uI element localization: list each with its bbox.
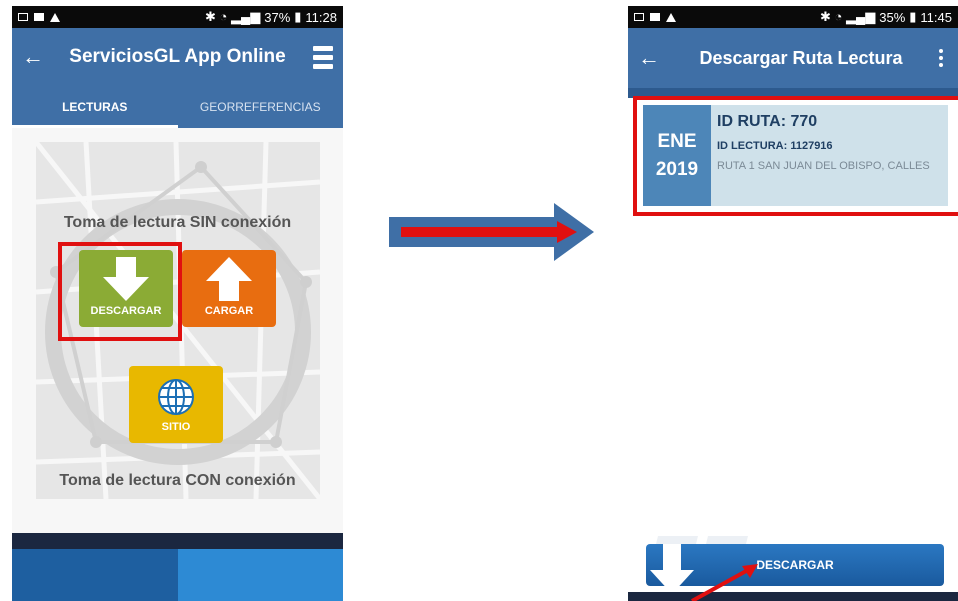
status-bar: ✱ ◔ ▂▄▆ 37% ▮ 11:28 [12, 6, 343, 28]
screenshot-canvas: ✱ ◔ ▂▄▆ 37% ▮ 11:28 ← ServiciosGL App On… [0, 0, 958, 601]
battery-level: 35% [879, 9, 906, 25]
right-arrow-icon [389, 203, 594, 261]
status-icons-right: ✱ ◔ ▂▄▆ 35% ▮ 11:45 [820, 9, 952, 25]
image-icon [34, 13, 44, 21]
offline-reading-label: Toma de lectura SIN conexión [63, 214, 292, 231]
route-id: ID RUTA: 770 [717, 113, 818, 130]
battery-icon: ▮ [909, 9, 917, 24]
globe-icon [158, 379, 194, 415]
bottom-nav-item-2[interactable] [177, 549, 343, 601]
route-card[interactable]: ENE 2019 ID RUTA: 770 ID LECTURA: 112791… [643, 105, 948, 206]
tab-lecturas[interactable]: LECTURAS [12, 86, 178, 128]
notification-icon [18, 13, 28, 21]
status-bar: ✱ ◔ ▂▄▆ 35% ▮ 11:45 [628, 6, 958, 28]
signal-icon: ✱ ◔ ▂▄▆ [820, 9, 876, 24]
upload-arrow-icon [206, 257, 252, 301]
signal-icon: ✱ ◔ ▂▄▆ [205, 9, 261, 24]
app-bar: ← Descargar Ruta Lectura [628, 28, 958, 88]
download-route-button-label: DESCARGAR [756, 558, 834, 572]
left-phone-screen: ✱ ◔ ▂▄▆ 37% ▮ 11:28 ← ServiciosGL App On… [12, 6, 343, 601]
download-footer: DESCARGAR [628, 526, 958, 601]
hamburger-menu-icon[interactable] [313, 45, 333, 69]
site-button-label: SITIO [161, 421, 191, 433]
page-title: Descargar Ruta Lectura [699, 47, 903, 68]
route-date: ENE 2019 [643, 105, 711, 206]
route-month: ENE [657, 130, 697, 152]
notification-icon [634, 13, 644, 21]
app-title: ServiciosGL App Online [69, 46, 286, 67]
clock: 11:28 [305, 9, 337, 25]
clock: 11:45 [920, 9, 952, 25]
main-content: Toma de lectura SIN conexión DESCARGAR C… [12, 128, 343, 533]
bottom-divider [12, 533, 343, 549]
bottom-bar [628, 592, 958, 601]
route-year: 2019 [655, 158, 699, 180]
back-arrow-icon[interactable]: ← [22, 44, 52, 70]
download-highlight-box [58, 242, 182, 341]
site-button[interactable]: SITIO [129, 366, 223, 443]
pointer-arrow-icon [691, 564, 758, 601]
route-description: RUTA 1 SAN JUAN DEL OBISPO, CALLES [717, 160, 930, 172]
bottom-nav-item-1[interactable] [12, 549, 178, 601]
status-icons-left [634, 12, 676, 22]
right-phone-screen: ✱ ◔ ▂▄▆ 35% ▮ 11:45 ← Descargar Ruta Lec… [628, 6, 958, 601]
more-vert-icon[interactable] [934, 49, 948, 67]
battery-icon: ▮ [294, 9, 302, 24]
status-icons-right: ✱ ◔ ▂▄▆ 37% ▮ 11:28 [205, 9, 337, 25]
online-reading-label: Toma de lectura CON conexión [59, 472, 296, 489]
status-icons-left [18, 12, 60, 22]
warning-icon [666, 12, 676, 22]
battery-level: 37% [264, 9, 291, 25]
upload-button[interactable]: CARGAR [182, 250, 276, 327]
app-bar: ← ServiciosGL App Online [12, 28, 343, 86]
reading-id: ID LECTURA: 1127916 [717, 140, 833, 152]
tab-bar: LECTURAS GEORREFERENCIAS [12, 86, 343, 128]
bottom-navigation [12, 533, 343, 601]
route-info: ID RUTA: 770 ID LECTURA: 1127916 RUTA 1 … [711, 105, 948, 206]
back-arrow-icon[interactable]: ← [638, 45, 668, 71]
upload-button-label: CARGAR [204, 305, 254, 317]
image-icon [650, 13, 660, 21]
tab-georreferencias[interactable]: GEORREFERENCIAS [178, 86, 344, 128]
warning-icon [50, 12, 60, 22]
